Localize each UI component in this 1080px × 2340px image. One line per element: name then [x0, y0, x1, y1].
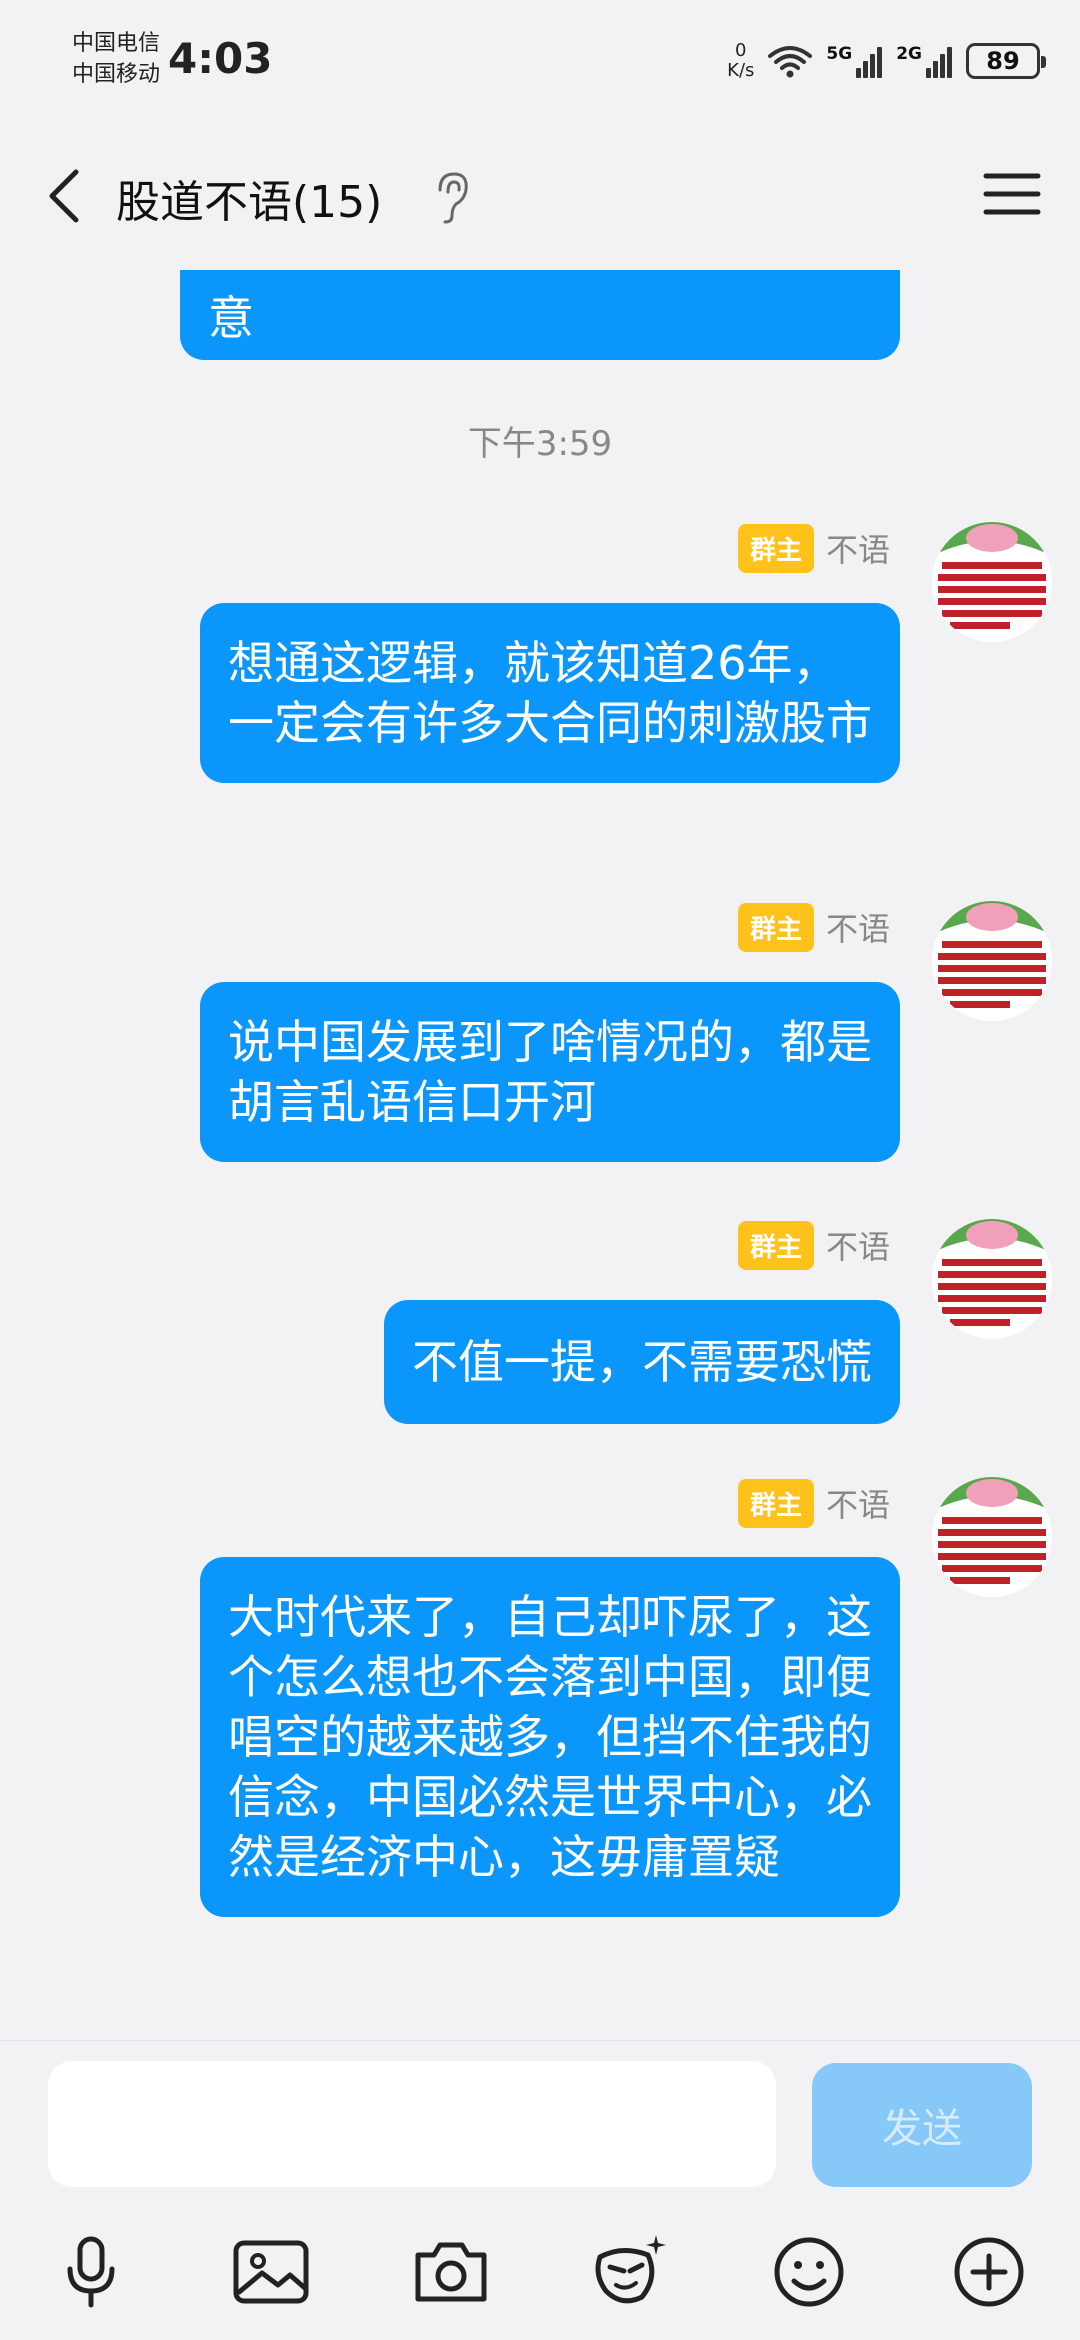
message-bubble[interactable]: 说中国发展到了啥情况的，都是胡言乱语信口开河 — [200, 982, 900, 1162]
menu-icon[interactable] — [980, 162, 1044, 226]
sender-row: 群主 不语 — [737, 902, 890, 952]
owner-badge: 群主 — [737, 1478, 814, 1528]
avatar[interactable] — [932, 1219, 1052, 1339]
message-bubble-partial[interactable]: 意 — [180, 270, 900, 360]
carrier-2: 中国移动 — [72, 62, 161, 87]
owner-badge: 群主 — [737, 523, 814, 573]
back-arrow-icon[interactable] — [36, 160, 96, 232]
sender-name: 不语 — [825, 531, 890, 569]
wifi-icon — [768, 46, 813, 78]
message-list[interactable]: 意 下午3:59 群主 不语 想通这逻辑，就该知道26年，一定会有许多大合同的刺… — [0, 270, 1080, 2040]
send-button[interactable]: 发送 — [812, 2063, 1032, 2187]
status-bar: 中国电信 中国移动 4:03 0 K/s 5G 2G 89 — [0, 0, 1080, 120]
message-timestamp: 下午3:59 — [467, 424, 613, 464]
chat-header: 股道不语(15) — [0, 120, 1080, 270]
microphone-icon[interactable] — [48, 2229, 134, 2315]
chat-title[interactable]: 股道不语(15) — [116, 166, 382, 230]
signal-5g-icon: 5G — [826, 44, 883, 78]
message-text: 说中国发展到了啥情况的，都是胡言乱语信口开河 — [228, 1015, 872, 1129]
signal-2g-icon: 2G — [896, 44, 952, 78]
avatar[interactable] — [932, 901, 1052, 1021]
status-indicators: 0 K/s 5G 2G 89 — [727, 36, 1046, 86]
input-bar: 发送 — [0, 2040, 1080, 2340]
carrier-1: 中国电信 — [72, 31, 161, 56]
message-text: 意 — [208, 291, 254, 345]
message-input[interactable] — [48, 2061, 776, 2187]
sender-name: 不语 — [825, 910, 890, 948]
net-speed-unit: K/s — [727, 60, 755, 81]
camera-icon[interactable] — [408, 2229, 494, 2315]
emoji-icon[interactable] — [766, 2229, 852, 2315]
message-text: 想通这逻辑，就该知道26年，一定会有许多大合同的刺激股市 — [228, 636, 872, 750]
avatar[interactable] — [932, 522, 1052, 642]
signal-2g-label: 2G — [896, 44, 922, 64]
owner-badge: 群主 — [737, 902, 814, 952]
message-text: 不值一提，不需要恐慌 — [412, 1335, 872, 1389]
status-time: 4:03 — [168, 34, 273, 83]
battery-indicator: 89 — [966, 43, 1046, 79]
net-speed: 0 K/s — [727, 41, 754, 81]
signal-5g-label: 5G — [826, 44, 853, 64]
sender-row: 群主 不语 — [737, 523, 890, 573]
sender-row: 群主 不语 — [737, 1478, 890, 1528]
message-bubble[interactable]: 想通这逻辑，就该知道26年，一定会有许多大合同的刺激股市 — [200, 603, 900, 783]
owner-badge: 群主 — [737, 1220, 814, 1270]
plus-icon[interactable] — [946, 2229, 1032, 2315]
sender-row: 群主 不语 — [737, 1220, 890, 1270]
carrier-labels: 中国电信 中国移动 — [72, 28, 160, 90]
avatar[interactable] — [932, 1477, 1052, 1597]
message-bubble[interactable]: 不值一提，不需要恐慌 — [384, 1300, 900, 1424]
ear-icon[interactable] — [432, 170, 472, 226]
message-text: 大时代来了，自己却吓尿了，这个怎么想也不会落到中国，即便唱空的越来越多，但挡不住… — [228, 1590, 872, 1884]
input-toolbar — [0, 2221, 1080, 2321]
net-speed-value: 0 — [735, 40, 747, 61]
message-bubble[interactable]: 大时代来了，自己却吓尿了，这个怎么想也不会落到中国，即便唱空的越来越多，但挡不住… — [200, 1557, 900, 1917]
sticker-icon[interactable] — [586, 2229, 672, 2315]
sender-name: 不语 — [825, 1228, 890, 1266]
sender-name: 不语 — [825, 1486, 890, 1524]
image-icon[interactable] — [228, 2229, 314, 2315]
